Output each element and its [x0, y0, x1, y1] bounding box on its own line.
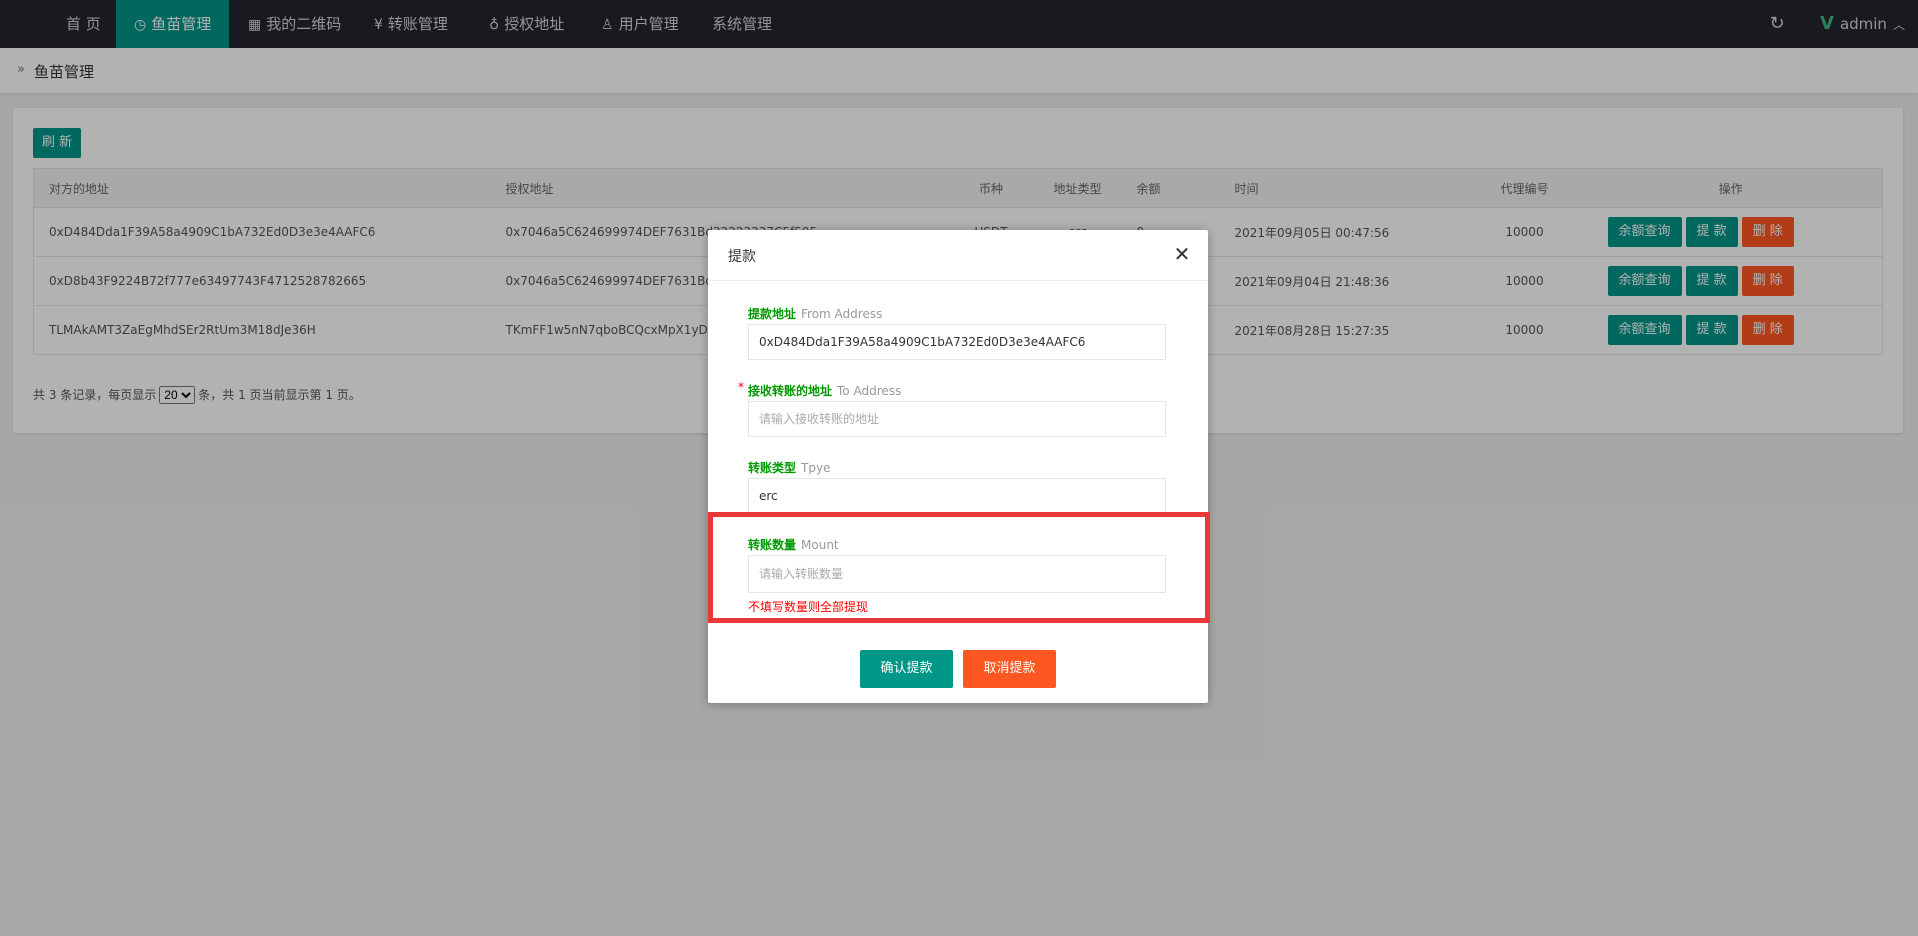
dialog-header: 提款 ✕: [708, 230, 1208, 281]
required-mark: *: [738, 380, 744, 394]
cancel-withdraw-button[interactable]: 取消提款: [963, 650, 1056, 688]
amount-input[interactable]: [748, 555, 1166, 593]
withdraw-dialog: 提款 ✕ 提款地址From Address * 接收转账的地址To Addres…: [708, 230, 1208, 703]
close-icon[interactable]: ✕: [1170, 242, 1194, 266]
from-address-input[interactable]: [748, 324, 1166, 360]
from-address-label: 提款地址 From Address: [748, 307, 883, 321]
dialog-title: 提款: [728, 249, 756, 265]
amount-hint: 不填写数量则全部提现: [748, 600, 869, 614]
transfer-type-label: 转账类型 Tpye: [748, 461, 831, 475]
amount-label: 转账数量 Mount: [748, 538, 839, 552]
confirm-withdraw-button[interactable]: 确认提款: [860, 650, 953, 688]
transfer-type-input[interactable]: [748, 478, 1166, 514]
to-address-label: 接收转账的地址 To Address: [748, 384, 902, 398]
to-address-input[interactable]: [748, 401, 1166, 437]
